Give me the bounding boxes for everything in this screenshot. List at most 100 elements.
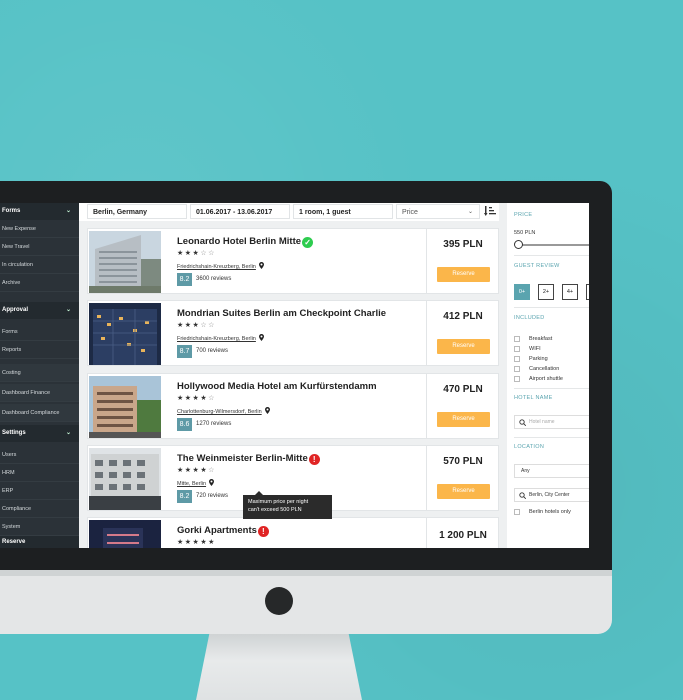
- warning-icon[interactable]: !: [257, 526, 269, 537]
- review-score: 8.7: [177, 345, 192, 358]
- hotel-address-link[interactable]: Friedrichshain-Kreuzberg, Berlin: [177, 262, 264, 270]
- sidebar-item-new-expense[interactable]: New Expense: [0, 220, 79, 238]
- hotel-address-link[interactable]: Friedrichshain-Kreuzberg, Berlin: [177, 334, 264, 342]
- parking-checkbox[interactable]: [514, 356, 520, 362]
- sort-order-icon[interactable]: [484, 205, 496, 217]
- search-icon: [519, 492, 526, 499]
- hotel-price: 395 PLN: [443, 239, 483, 250]
- location-search-input[interactable]: Berlin, City Center: [514, 488, 589, 502]
- hotel-photo: [89, 520, 161, 548]
- hotel-name[interactable]: Gorki Apartments!: [177, 525, 269, 537]
- hotel-address-text: Charlottenburg-Wilmersdorf, Berlin: [177, 409, 262, 415]
- sidebar-item-users[interactable]: Users: [0, 446, 79, 464]
- wifi-label: WIFI: [529, 346, 541, 352]
- filter-divider: [514, 388, 589, 389]
- breakfast-label: Breakfast: [529, 336, 553, 342]
- sidebar-item-reports[interactable]: Reports: [0, 341, 79, 359]
- berlin-only-checkbox[interactable]: [514, 509, 520, 515]
- review-score: 8.6: [177, 418, 192, 431]
- hotel-card[interactable]: Hollywood Media Hotel am Kurfürstendamm …: [87, 373, 499, 439]
- hotel-price: 570 PLN: [443, 456, 483, 467]
- monitor-logo: [265, 587, 293, 615]
- sidebar-section-reserve[interactable]: Reserve: [0, 536, 79, 548]
- breakfast-checkbox[interactable]: [514, 336, 520, 342]
- reserve-button[interactable]: Reserve: [437, 484, 490, 499]
- sidebar-section-settings[interactable]: Settings ⌄: [0, 425, 79, 442]
- cancellation-checkbox[interactable]: [514, 366, 520, 372]
- hotel-card[interactable]: Leonardo Hotel Berlin Mitte ✓ ★★★☆☆ Fried…: [87, 228, 499, 294]
- review-score: 8.2: [177, 490, 192, 503]
- price-slider-track[interactable]: [518, 244, 589, 246]
- hotel-card[interactable]: Mondrian Suites Berlin am Checkpoint Cha…: [87, 300, 499, 366]
- hotel-price: 412 PLN: [443, 311, 483, 322]
- warning-icon[interactable]: !: [308, 454, 320, 465]
- location-pin-icon: [258, 334, 264, 341]
- guest-review-heading: GUEST REVIEW: [514, 263, 560, 269]
- search-icon: [519, 419, 526, 426]
- price-filter-value: 550 PLN: [514, 230, 536, 236]
- hotel-name[interactable]: Leonardo Hotel Berlin Mitte ✓: [177, 236, 314, 248]
- hotel-name-heading: HOTEL NAME: [514, 395, 553, 401]
- review-filter-2-button[interactable]: 2+: [538, 284, 554, 300]
- sidebar-section-forms[interactable]: Forms ⌄: [0, 203, 79, 220]
- chevron-down-icon: ⌄: [467, 209, 473, 215]
- airport-shuttle-checkbox[interactable]: [514, 376, 520, 382]
- review-filter-0-button[interactable]: 0+: [514, 284, 530, 300]
- review-count: 1270 reviews: [196, 421, 232, 427]
- review-filter-4-button[interactable]: 4+: [562, 284, 578, 300]
- hotel-stars: ★★★☆☆: [177, 322, 216, 329]
- sidebar-item-dashboard-compliance[interactable]: Dashboard Compliance: [0, 404, 79, 422]
- location-select[interactable]: Any: [514, 464, 589, 478]
- hotel-photo: [89, 376, 161, 438]
- hotel-name[interactable]: Hollywood Media Hotel am Kurfürstendamm: [177, 381, 377, 392]
- destination-field[interactable]: Berlin, Germany: [87, 204, 187, 219]
- tooltip-line: can't exceed 500 PLN: [248, 507, 302, 513]
- reserve-button[interactable]: Reserve: [437, 339, 490, 354]
- hotel-name[interactable]: Mondrian Suites Berlin am Checkpoint Cha…: [177, 308, 386, 319]
- included-heading: INCLUDED: [514, 315, 545, 321]
- dates-field[interactable]: 01.06.2017 - 13.06.2017: [190, 204, 290, 219]
- review-filter-more-button[interactable]: [586, 284, 589, 300]
- tooltip-line: Maximum price per night: [248, 499, 309, 505]
- guests-field[interactable]: 1 room, 1 guest: [293, 204, 393, 219]
- monitor-stand: [196, 634, 362, 700]
- app-screen: Forms ⌄ New Expense New Travel In circul…: [0, 203, 589, 548]
- price-slider-handle[interactable]: [514, 240, 523, 249]
- hotel-name-text: Gorki Apartments: [177, 525, 257, 536]
- hotel-stars: ★★★★☆: [177, 467, 216, 474]
- sidebar-item-costing[interactable]: Costing: [0, 364, 79, 382]
- hotel-card[interactable]: Gorki Apartments! ★★★★★ 1 200 PLN: [87, 517, 499, 548]
- sidebar-section-label: Forms: [2, 208, 21, 214]
- parking-label: Parking: [529, 356, 548, 362]
- sidebar-item-new-travel[interactable]: New Travel: [0, 238, 79, 256]
- sidebar-item-forms[interactable]: Forms: [0, 323, 79, 341]
- hotel-address-text: Friedrichshain-Kreuzberg, Berlin: [177, 264, 256, 270]
- location-pin-icon: [264, 407, 270, 414]
- sidebar-item-archive[interactable]: Archive: [0, 274, 79, 292]
- hotel-address-link[interactable]: Mitte, Berlin: [177, 479, 215, 487]
- hotel-photo: [89, 231, 161, 293]
- review-score: 8.2: [177, 273, 192, 286]
- hotel-address-link[interactable]: Charlottenburg-Wilmersdorf, Berlin: [177, 407, 270, 415]
- monitor-chin: [0, 570, 612, 634]
- wifi-checkbox[interactable]: [514, 346, 520, 352]
- hotel-stars: ★★★☆☆: [177, 250, 216, 257]
- hotel-name-text: Leonardo Hotel Berlin Mitte: [177, 236, 302, 247]
- sidebar-section-approval[interactable]: Approval ⌄: [0, 302, 79, 319]
- review-count: 700 reviews: [196, 348, 229, 354]
- reserve-button[interactable]: Reserve: [437, 267, 490, 282]
- sidebar-item-dashboard-finance[interactable]: Dashboard Finance: [0, 384, 79, 402]
- hotel-name[interactable]: The Weinmeister Berlin-Mitte!: [177, 453, 320, 465]
- location-heading: LOCATION: [514, 444, 545, 450]
- sidebar-item-hrm[interactable]: HRM: [0, 464, 79, 482]
- hotel-name-input[interactable]: Hotel name: [514, 415, 589, 429]
- sort-select[interactable]: Price ⌄: [396, 204, 480, 219]
- review-count: 3600 reviews: [196, 276, 232, 282]
- review-count: 720 reviews: [196, 493, 229, 499]
- sidebar-item-compliance[interactable]: Compliance: [0, 500, 79, 518]
- reserve-button[interactable]: Reserve: [437, 412, 490, 427]
- chevron-down-icon: ⌄: [65, 430, 71, 436]
- sidebar-item-erp[interactable]: ERP: [0, 482, 79, 500]
- sidebar-item-system[interactable]: System: [0, 518, 79, 536]
- sidebar-item-in-circulation[interactable]: In circulation: [0, 256, 79, 274]
